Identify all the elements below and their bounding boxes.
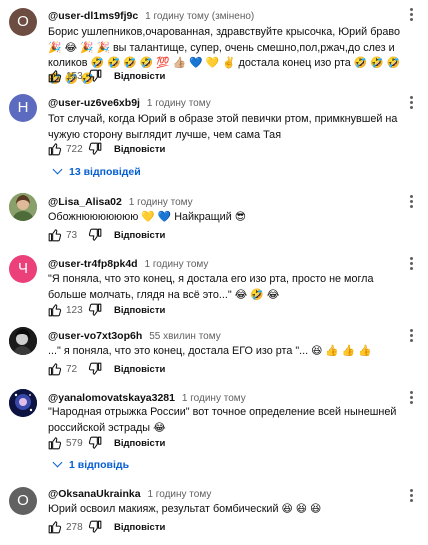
comment-time[interactable]: 1 годину тому: [129, 197, 193, 208]
view-replies-button[interactable]: 13 відповідей: [52, 164, 141, 178]
comment-text: Борис ушлепников,очарованная, здравствуй…: [48, 26, 401, 85]
avatar[interactable]: [9, 193, 37, 221]
chevron-down-icon: [52, 164, 63, 175]
reply-button[interactable]: Відповісти: [114, 522, 165, 533]
thumb-up-icon[interactable]: [48, 436, 62, 450]
avatar-photo: [9, 389, 37, 417]
reply-button[interactable]: Відповісти: [114, 144, 165, 155]
author-name[interactable]: @Lisa_Alisa02: [48, 196, 122, 208]
author-name[interactable]: @user-dl1ms9fj9c: [48, 10, 138, 22]
author-name[interactable]: @user-uz6ve6xb9j: [48, 97, 140, 109]
replies-count-label: 13 відповідей: [69, 166, 141, 178]
thumb-up-icon[interactable]: [48, 228, 62, 242]
more-options-icon[interactable]: [410, 257, 414, 271]
comment-text: Обожнююююююю 💛 💙 Найкращий 😎: [48, 211, 246, 223]
like-count: 579: [66, 438, 83, 449]
avatar[interactable]: [9, 389, 37, 417]
comment-header: @user-dl1ms9fj9c 1 годину тому (змінено): [48, 9, 254, 24]
like-count: 722: [66, 144, 83, 155]
like-count: 123: [66, 305, 83, 316]
thumb-up-icon[interactable]: [48, 303, 62, 317]
reply-button[interactable]: Відповісти: [114, 438, 165, 449]
thumb-down-icon[interactable]: [88, 228, 102, 242]
comment-header: @user-tr4fp8pk4d 1 годину тому: [48, 257, 208, 272]
comment-text: Тот случай, когда Юрий в образе этой пев…: [48, 113, 398, 141]
reply-button[interactable]: Відповісти: [114, 305, 165, 316]
reply-button[interactable]: Відповісти: [114, 364, 165, 375]
more-options-icon[interactable]: [410, 8, 414, 22]
view-replies-button[interactable]: 1 відповідь: [52, 457, 130, 471]
comment-header: @user-vo7xt3op6h 55 хвилин тому: [48, 329, 221, 344]
comment-time[interactable]: 55 хвилин тому: [149, 331, 221, 342]
more-options-icon[interactable]: [410, 489, 414, 503]
reply-button[interactable]: Відповісти: [114, 71, 165, 82]
author-name[interactable]: @yanalomovatskaya3281: [48, 392, 175, 404]
comment-text: "Народная отрыжка России" вот точное опр…: [48, 406, 397, 434]
avatar[interactable]: О: [9, 8, 37, 36]
author-name[interactable]: @user-tr4fp8pk4d: [48, 258, 138, 270]
like-count: 278: [66, 522, 83, 533]
comment-time[interactable]: 1 годину тому (змінено): [145, 11, 254, 22]
avatar[interactable]: Н: [9, 94, 37, 122]
comment-text: "Я поняла, что это конец, я достала его …: [48, 273, 374, 301]
thumb-down-icon[interactable]: [88, 436, 102, 450]
thumb-down-icon[interactable]: [88, 142, 102, 156]
author-name[interactable]: @user-vo7xt3op6h: [48, 330, 142, 342]
avatar-photo: [9, 193, 37, 221]
thumb-up-icon[interactable]: [48, 142, 62, 156]
thumb-down-icon[interactable]: [88, 520, 102, 534]
reply-button[interactable]: Відповісти: [114, 230, 165, 241]
thumb-down-icon[interactable]: [88, 303, 102, 317]
like-count: 72: [66, 364, 78, 375]
thumb-down-icon[interactable]: [88, 69, 102, 83]
author-name[interactable]: @OksanaUkrainka: [48, 488, 141, 500]
comment-text: ..." я поняла, что это конец, достала ЕГ…: [48, 345, 372, 357]
more-options-icon[interactable]: [410, 195, 414, 209]
replies-count-label: 1 відповідь: [69, 459, 130, 471]
comment-time[interactable]: 1 годину тому: [182, 393, 246, 404]
avatar[interactable]: [9, 327, 37, 355]
thumb-up-icon[interactable]: [48, 362, 62, 376]
avatar[interactable]: О: [9, 487, 37, 515]
chevron-down-icon: [52, 457, 63, 468]
more-options-icon[interactable]: [410, 329, 414, 343]
comment-text: Юрий освоил макияж, результат бомбически…: [48, 503, 322, 515]
thumb-down-icon[interactable]: [88, 362, 102, 376]
comment-time[interactable]: 1 годину тому: [147, 98, 211, 109]
like-count: 73: [66, 230, 78, 241]
comment-header: @user-uz6ve6xb9j 1 годину тому: [48, 96, 211, 111]
comment-header: @OksanaUkrainka 1 годину тому: [48, 487, 211, 502]
comment-header: @Lisa_Alisa02 1 годину тому: [48, 195, 193, 210]
more-options-icon[interactable]: [410, 96, 414, 110]
comment-time[interactable]: 1 годину тому: [145, 259, 209, 270]
avatar-photo: [9, 327, 37, 355]
thumb-up-icon[interactable]: [48, 69, 62, 83]
comment-header: @yanalomovatskaya3281 1 годину тому: [48, 391, 246, 406]
thumb-up-icon[interactable]: [48, 520, 62, 534]
comment-time[interactable]: 1 годину тому: [147, 489, 211, 500]
avatar[interactable]: Ч: [9, 255, 37, 283]
like-count: 153: [66, 71, 83, 82]
more-options-icon[interactable]: [410, 391, 414, 405]
